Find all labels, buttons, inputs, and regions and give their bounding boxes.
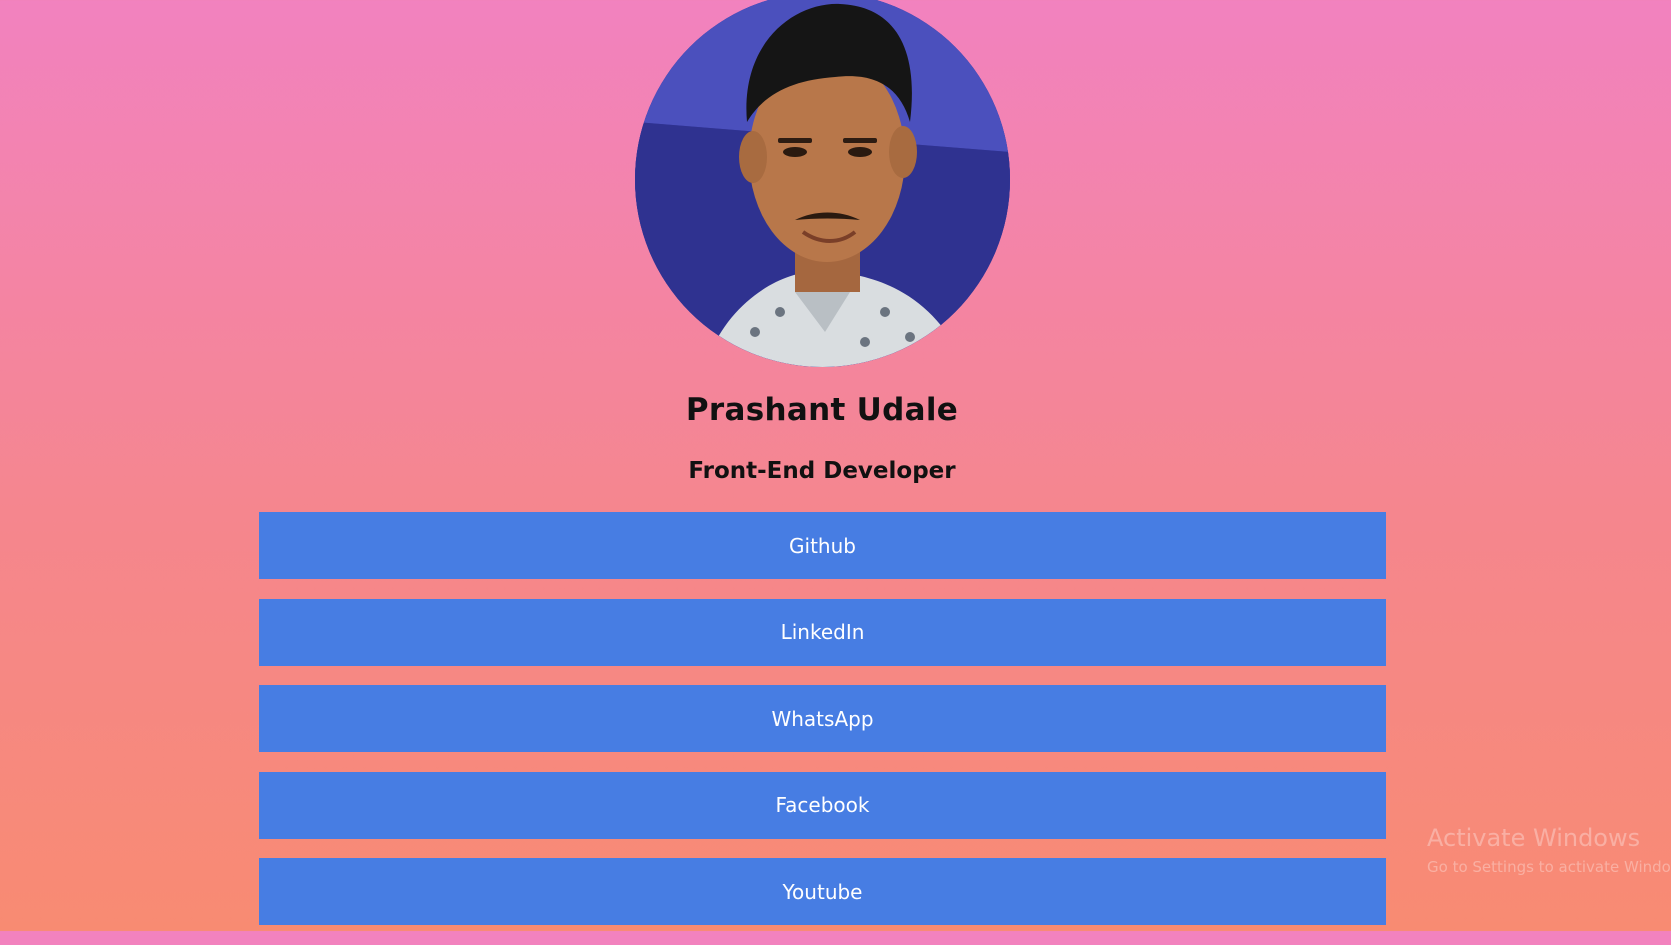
- profile-avatar: [635, 0, 1010, 367]
- youtube-link-button[interactable]: Youtube: [259, 858, 1386, 925]
- github-link-button[interactable]: Github: [259, 512, 1386, 579]
- facebook-link-button[interactable]: Facebook: [259, 771, 1386, 839]
- profile-role: Front-End Developer: [688, 458, 956, 484]
- watermark-title: Activate Windows: [1427, 824, 1641, 852]
- watermark-subtitle: Go to Settings to activate Windows.: [1427, 858, 1671, 876]
- profile-photo: [635, 0, 1010, 367]
- linkedin-link-button[interactable]: LinkedIn: [259, 598, 1386, 666]
- windows-activation-watermark: Activate Windows Go to Settings to activ…: [1427, 824, 1671, 876]
- profile-name: Prashant Udale: [685, 392, 959, 428]
- social-links: Github LinkedIn WhatsApp Facebook Youtub…: [259, 512, 1386, 945]
- whatsapp-link-button[interactable]: WhatsApp: [259, 685, 1386, 752]
